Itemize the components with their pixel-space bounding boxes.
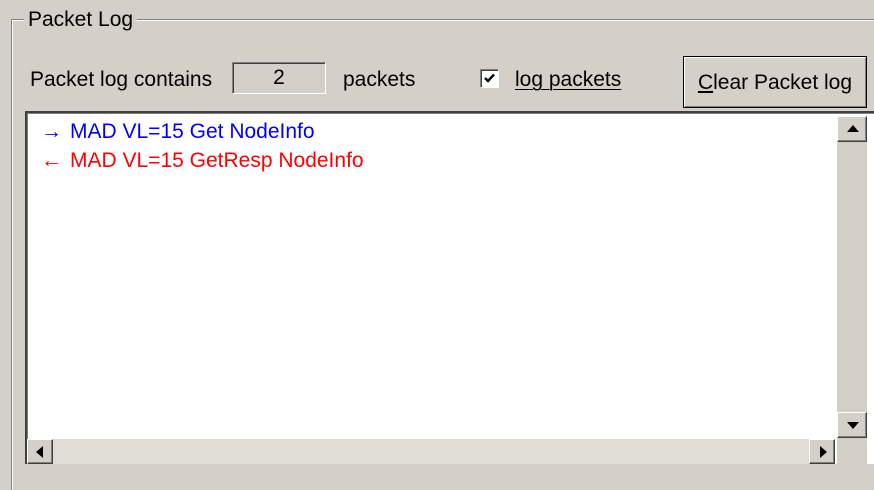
scrollbar-corner (837, 438, 867, 464)
count-prefix-label: Packet log contains (30, 68, 213, 91)
entry-text: MAD VL=15 GetResp NodeInfo (70, 149, 364, 172)
triangle-up-icon (847, 125, 859, 132)
vertical-scrollbar[interactable] (837, 116, 867, 438)
count-suffix-label: packets (343, 68, 416, 91)
checkmark-icon (484, 73, 495, 83)
list-item[interactable]: ← MAD VL=15 GetResp NodeInfo (41, 148, 364, 174)
clear-button-label: lear Packet log (713, 71, 853, 94)
log-packets-checkbox[interactable] (480, 69, 499, 88)
clear-button-accelerator: C (697, 71, 714, 94)
horizontal-scrollbar[interactable] (27, 439, 835, 464)
triangle-left-icon (36, 446, 43, 458)
log-packets-label[interactable]: log packets (515, 68, 621, 92)
triangle-right-icon (820, 446, 827, 458)
packet-log-list[interactable]: → MAD VL=15 Get NodeInfo ← MAD VL=15 GetRe… (25, 111, 874, 464)
scroll-down-button[interactable] (837, 412, 867, 438)
scroll-track[interactable] (837, 142, 867, 412)
scroll-right-button[interactable] (809, 439, 835, 464)
incoming-arrow-icon: ← (41, 149, 62, 172)
clear-packet-log-button[interactable]: Clear Packet log (683, 56, 867, 108)
scroll-up-button[interactable] (837, 116, 867, 142)
group-title: Packet Log (24, 8, 138, 32)
log-packets-label-text: log packets (515, 68, 622, 91)
packet-count-field: 2 (232, 62, 326, 94)
scroll-left-button[interactable] (27, 439, 53, 464)
entry-text: MAD VL=15 Get NodeInfo (70, 120, 315, 143)
outgoing-arrow-icon: → (41, 120, 62, 143)
list-item[interactable]: → MAD VL=15 Get NodeInfo (41, 119, 315, 145)
triangle-down-icon (847, 422, 859, 429)
